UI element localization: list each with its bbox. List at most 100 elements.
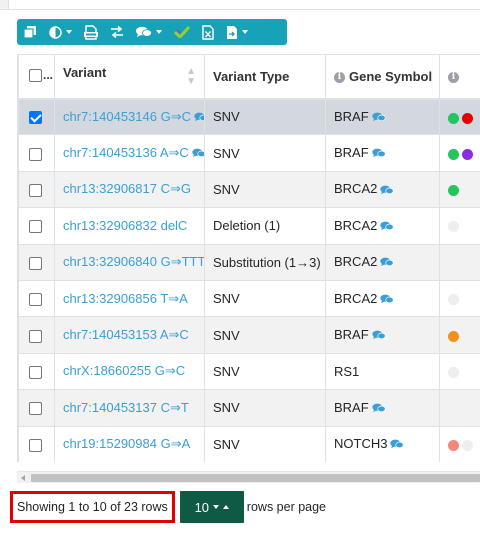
table-row[interactable]: chr13:32906840 G⇒TTT Substitution (1→3) BR… — [18, 243, 480, 281]
row-checkbox[interactable] — [29, 402, 42, 416]
comment-icon[interactable] — [372, 401, 386, 416]
comment-icon[interactable] — [372, 110, 386, 125]
row-checkbox[interactable] — [29, 438, 42, 452]
table-row[interactable]: chrX:18660255 G⇒C SNV RS1 — [18, 352, 480, 391]
column-toggle-button[interactable] — [43, 19, 78, 45]
select-all-checkbox[interactable] — [29, 68, 42, 82]
variant-link[interactable]: chrX:18660255 G⇒C — [63, 363, 185, 378]
export-file-button[interactable] — [220, 19, 254, 45]
variant-column-header[interactable]: Variant ▲ ▼ — [54, 54, 205, 100]
row-checkbox[interactable] — [29, 220, 42, 234]
variant-link[interactable]: chr19:15290984 G⇒A — [63, 436, 190, 451]
variant-cell: chr13:32906840 G⇒TTT — [54, 243, 205, 281]
gene-symbol-cell: BRCA2 — [325, 207, 440, 245]
validate-button[interactable] — [168, 19, 196, 45]
select-all-header: ... — [18, 54, 55, 100]
variant-link[interactable]: chr7:140453153 A⇒C — [63, 327, 189, 342]
variant-cell: chr7:140453136 A⇒C — [54, 134, 205, 172]
row-checkbox[interactable] — [29, 184, 42, 197]
comment-icon[interactable] — [372, 146, 386, 161]
excel-file-icon — [202, 24, 214, 40]
variant-cell: chr13:32906832 delC — [54, 207, 205, 245]
page-size-value: 10 — [194, 499, 210, 515]
variant-type-cell: Substitution (1→3) — [204, 243, 326, 281]
table-row[interactable]: chr13:32906856 T⇒A SNV BRCA2 — [18, 279, 480, 318]
variant-link[interactable]: chr7:140453136 A⇒C — [63, 145, 189, 160]
variant-type-cell: SNV — [204, 425, 326, 462]
gene-symbol: BRAF — [334, 399, 369, 415]
row-checkbox[interactable] — [29, 256, 42, 270]
variant-type-column-header[interactable]: Variant Type — [204, 54, 326, 100]
swap-button[interactable] — [104, 19, 130, 45]
comment-icon[interactable] — [380, 219, 394, 234]
status-dot — [462, 148, 473, 160]
table-row[interactable]: chr19:15290984 G⇒A SNV NOTCH3 — [18, 425, 480, 462]
row-select-cell — [18, 97, 55, 136]
variant-type-cell: SNV — [204, 170, 326, 209]
chevron-down-icon — [242, 30, 248, 34]
table-row[interactable]: chr13:32906832 delC Deletion (1) BRCA2 — [18, 207, 480, 245]
comments-button[interactable] — [130, 19, 168, 45]
chevron-down-icon — [66, 30, 72, 34]
sort-icon[interactable]: ▲ ▼ — [186, 67, 196, 87]
table-row[interactable]: chr13:32906817 C⇒G SNV BRCA2 — [18, 170, 480, 209]
info-icon[interactable]: i — [448, 71, 459, 83]
scrollbar-thumb[interactable] — [31, 474, 480, 482]
variant-type-cell: Deletion (1) — [204, 207, 326, 245]
variant-link[interactable]: chr13:32906817 C⇒G — [63, 181, 191, 196]
variant-type-cell: SNV — [204, 352, 326, 391]
table-row[interactable]: chr7:140453137 C⇒T SNV BRAF — [18, 389, 480, 427]
info-icon[interactable]: i — [334, 71, 345, 83]
table-header-row: ... Variant ▲ ▼ Variant Type i Gene Symbol — [18, 54, 480, 100]
copy-icon — [23, 26, 36, 39]
pagination-info: Showing 1 to 10 of 23 rows — [10, 491, 175, 523]
gene-symbol: BRAF — [334, 145, 369, 161]
horizontal-scrollbar[interactable] — [17, 471, 480, 483]
comment-icon[interactable] — [194, 110, 204, 125]
variant-type-cell: SNV — [204, 389, 326, 427]
comment-icon[interactable] — [380, 292, 394, 307]
row-checkbox[interactable] — [29, 293, 42, 307]
variant-type-cell: SNV — [204, 97, 326, 136]
comment-icon[interactable] — [192, 146, 204, 161]
table-row[interactable]: chr7:140453153 A⇒C SNV BRAF — [18, 316, 480, 354]
comment-icon[interactable] — [390, 437, 405, 452]
table-toolbar — [17, 19, 287, 45]
gene-symbol: BRCA2 — [334, 290, 378, 306]
variant-link[interactable]: chr13:32906856 T⇒A — [63, 291, 188, 306]
annotation-column-header[interactable]: i — [439, 54, 480, 100]
variant-cell: chr7:140453146 G⇒C — [54, 97, 205, 136]
annotation-cell — [439, 134, 480, 172]
variant-link[interactable]: chr7:140453137 C⇒T — [63, 400, 189, 415]
chevron-down-icon — [156, 30, 162, 34]
comment-icon[interactable] — [380, 183, 394, 198]
comment-icon[interactable] — [372, 328, 386, 343]
row-checkbox[interactable] — [29, 329, 42, 343]
gene-symbol: RS1 — [334, 363, 360, 379]
status-dot — [448, 221, 459, 233]
scroll-left-icon[interactable] — [21, 475, 25, 481]
row-checkbox[interactable] — [29, 147, 42, 161]
export-vcf-button[interactable] — [78, 19, 104, 45]
row-select-cell — [18, 389, 55, 427]
variant-link[interactable]: chr7:140453146 G⇒C — [63, 109, 191, 124]
gene-symbol-column-header[interactable]: i Gene Symbol — [325, 54, 440, 100]
row-checkbox[interactable] — [29, 111, 42, 125]
variant-link[interactable]: chr13:32906832 delC — [63, 218, 187, 233]
file-export-icon — [227, 25, 237, 39]
table-row[interactable]: chr7:140453136 A⇒C SNV BRAF — [18, 134, 480, 172]
table-row[interactable]: chr7:140453146 G⇒C SNV BRAF — [18, 97, 480, 136]
comment-icon[interactable] — [380, 255, 394, 270]
row-select-cell — [18, 170, 55, 209]
variant-link[interactable]: chr13:32906840 G⇒TTT — [63, 254, 204, 269]
gene-symbol-cell: BRAF — [325, 134, 440, 172]
row-select-cell — [18, 279, 55, 318]
page-size-dropdown[interactable]: 10 — [179, 491, 244, 523]
variant-cell: chr19:15290984 G⇒A — [54, 425, 205, 462]
gene-symbol-cell: BRCA2 — [325, 279, 440, 318]
row-checkbox[interactable] — [29, 365, 42, 379]
status-dot — [448, 185, 459, 197]
copy-button[interactable] — [17, 19, 43, 45]
status-dot — [462, 112, 473, 124]
export-excel-button[interactable] — [196, 19, 220, 45]
